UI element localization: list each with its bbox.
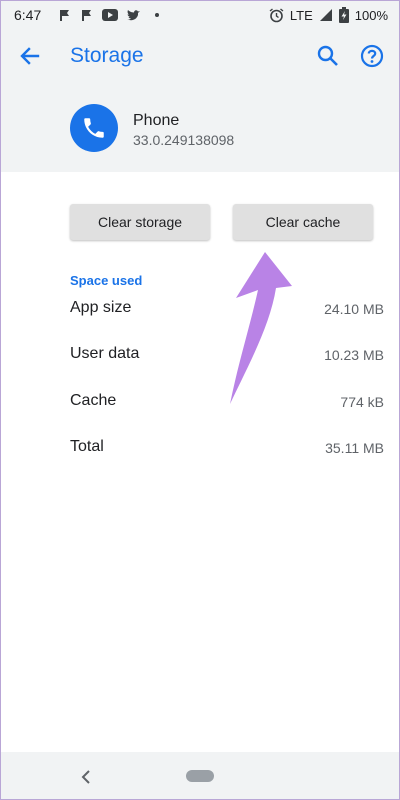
storage-row-value: 24.10 MB — [324, 301, 384, 317]
phone-icon — [84, 118, 104, 138]
storage-row-label: Total — [70, 438, 104, 455]
clear-storage-button[interactable]: Clear storage — [70, 204, 210, 240]
twitter-icon — [127, 9, 140, 20]
space-used-heading: Space used — [70, 273, 143, 288]
nav-back-icon[interactable] — [78, 768, 96, 786]
storage-row-label: Cache — [70, 392, 117, 409]
system-icons: LTE 100% — [269, 7, 388, 23]
battery-level: 100% — [354, 7, 388, 23]
search-icon[interactable] — [314, 42, 342, 70]
storage-row-value: 774 kB — [340, 394, 384, 410]
status-time: 6:47 — [14, 7, 42, 23]
storage-row-label: App size — [70, 299, 132, 316]
clear-cache-button[interactable]: Clear cache — [233, 204, 373, 240]
storage-row-total: Total 35.11 MB — [70, 438, 384, 462]
network-type: LTE — [289, 7, 313, 23]
navigation-flag-icon — [82, 10, 91, 21]
nav-home-pill[interactable] — [186, 770, 214, 782]
storage-row-value: 35.11 MB — [325, 440, 384, 456]
phone-app-icon — [70, 104, 118, 152]
alarm-icon — [269, 7, 284, 22]
app-version: 33.0.249138098 — [133, 132, 235, 148]
battery-charging-icon — [338, 7, 349, 23]
back-arrow-icon[interactable] — [16, 42, 44, 70]
system-nav-bar — [0, 752, 400, 800]
signal-icon — [319, 9, 332, 21]
app-name: Phone — [133, 112, 180, 129]
navigation-flag-icon — [60, 10, 69, 21]
help-icon[interactable] — [358, 42, 386, 70]
more-notifications-dot — [155, 13, 159, 17]
status-bar: 6:47 LTE 100% — [0, 0, 400, 32]
storage-row-label: User data — [70, 345, 140, 362]
notification-icons — [58, 8, 159, 22]
youtube-icon — [102, 9, 118, 21]
storage-row-value: 10.23 MB — [324, 347, 384, 363]
page-title: Storage — [70, 44, 144, 67]
annotation-arrow-icon — [230, 252, 292, 404]
app-header: Storage Phone 33.0.249138098 — [0, 32, 400, 172]
